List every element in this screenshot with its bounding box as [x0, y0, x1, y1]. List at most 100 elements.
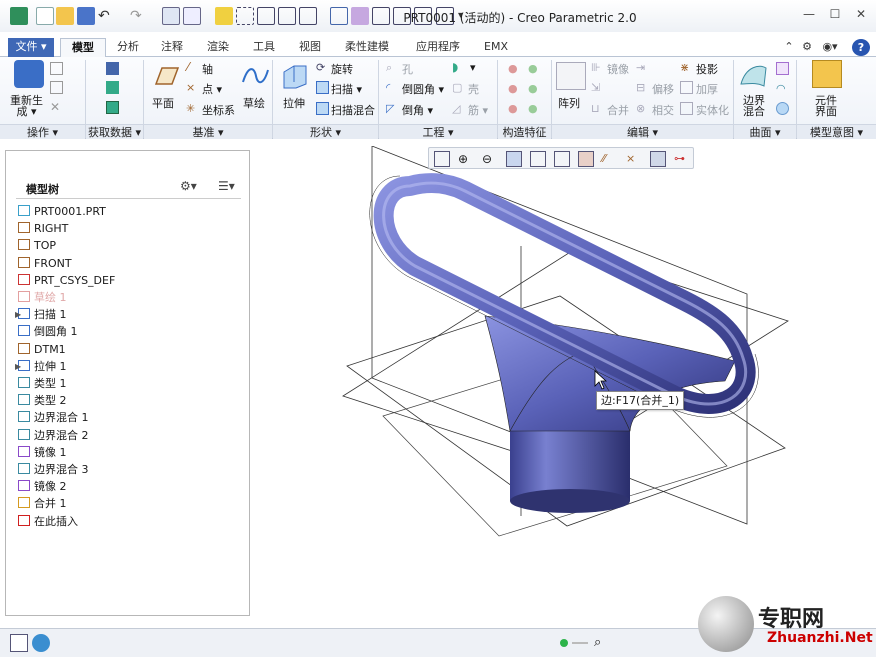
construct-feature-icon[interactable]: ●	[508, 62, 521, 75]
construct-feature-icon[interactable]: ●	[508, 102, 521, 115]
group-label-shapes[interactable]: 形状 ▾	[273, 124, 378, 139]
model-tree-item[interactable]: 草绘 1	[18, 289, 67, 306]
model-tree-item[interactable]: 倒圆角 1	[18, 323, 78, 340]
chamfer-button[interactable]: 倒角 ▾	[402, 102, 433, 118]
group-label-operations[interactable]: 操作 ▾	[0, 124, 85, 139]
axis-icon[interactable]: ⁄	[187, 61, 200, 74]
find-icon[interactable]: ⌕	[594, 634, 612, 652]
extrude-icon[interactable]	[280, 62, 310, 90]
project-icon[interactable]: ⋇	[680, 61, 693, 74]
plane-button[interactable]: 平面	[152, 95, 174, 111]
construct-feature-icon[interactable]: ●	[508, 82, 521, 95]
graphics-window[interactable]	[255, 145, 872, 624]
regenerate-quick-icon[interactable]	[162, 7, 180, 25]
tab-flexible-modeling[interactable]: 柔性建模	[336, 38, 398, 57]
tree-show-icon[interactable]: ☰▾	[218, 179, 235, 193]
group-label-engineering[interactable]: 工程 ▾	[379, 124, 497, 139]
merge-button[interactable]: 合并	[607, 102, 629, 118]
mirror-button[interactable]: 镜像	[607, 61, 629, 77]
swept-blend-icon[interactable]	[316, 102, 329, 115]
merge-icon[interactable]: ⊔	[591, 102, 604, 115]
solidify-button[interactable]: 实体化	[696, 102, 729, 118]
pattern-icon[interactable]	[556, 62, 586, 90]
construct-feature-icon[interactable]: ●	[528, 62, 541, 75]
copy-icon[interactable]	[50, 62, 63, 75]
model-tree-item[interactable]: RIGHT	[18, 220, 68, 237]
redo-icon[interactable]: ↷	[130, 7, 148, 25]
extrude-button[interactable]: 拉伸	[283, 95, 305, 111]
undo-icon[interactable]: ↶	[98, 7, 116, 25]
intersect-button[interactable]: 相交	[652, 102, 674, 118]
display-style-icon[interactable]	[530, 151, 546, 167]
select-box-icon[interactable]	[236, 7, 254, 25]
model-tree-item[interactable]: ▶ 扫描 1	[15, 306, 67, 323]
close-button[interactable]: ✕	[848, 5, 874, 23]
thicken-button[interactable]: 加厚	[696, 81, 718, 97]
tree-settings-icon[interactable]: ⚙▾	[180, 179, 197, 193]
model-tree-item[interactable]: 合并 1	[18, 495, 67, 512]
round-button[interactable]: 倒圆角 ▾	[402, 81, 444, 97]
point-icon[interactable]: ×	[186, 81, 199, 94]
copy-geometry-icon[interactable]	[106, 81, 119, 94]
regenerate-button[interactable]: 重新生 成 ▾	[10, 95, 43, 117]
pattern-button[interactable]: 阵列	[558, 95, 580, 111]
model-tree-item[interactable]: TOP	[18, 237, 56, 254]
axis-button[interactable]: 轴	[202, 61, 213, 77]
thicken-icon[interactable]	[680, 81, 693, 94]
model-tree-item[interactable]: 边界混合 1	[18, 409, 89, 426]
sketch-button[interactable]: 草绘	[243, 95, 265, 111]
plane-display-icon[interactable]: ⁄⁄	[602, 151, 618, 167]
component-interface-button[interactable]: 元件 界面	[815, 95, 837, 117]
axis-quick-icon[interactable]	[278, 7, 296, 25]
help-icon[interactable]: ?	[852, 39, 870, 56]
tab-applications[interactable]: 应用程序	[402, 38, 474, 57]
sketch-icon[interactable]	[240, 62, 270, 90]
model-tree-item[interactable]: PRT_CSYS_DEF	[18, 272, 115, 289]
datum-display-icon[interactable]	[215, 7, 233, 25]
style-icon[interactable]: ◠	[776, 82, 789, 95]
tab-emx[interactable]: EMX	[478, 38, 514, 57]
csys-button[interactable]: 坐标系	[202, 102, 235, 118]
tab-render[interactable]: 渲染	[198, 38, 238, 57]
repaint-icon[interactable]	[506, 151, 522, 167]
point-display-icon[interactable]	[650, 151, 666, 167]
construct-feature-icon[interactable]: ●	[528, 82, 541, 95]
expand-icon[interactable]: ▶	[15, 358, 21, 375]
model-tree-item[interactable]: 类型 1	[18, 375, 67, 392]
chamfer-icon[interactable]: ◸	[386, 102, 399, 115]
model-tree-item[interactable]: 类型 2	[18, 392, 67, 409]
zoom-in-icon[interactable]: ⊕	[458, 151, 474, 167]
revolve-icon[interactable]: ⟳	[316, 61, 329, 74]
plane-icon[interactable]	[150, 62, 180, 90]
freestyle-icon[interactable]	[776, 102, 789, 115]
extend-icon[interactable]: ⇲	[591, 81, 604, 94]
mirror-icon[interactable]: ⊪	[591, 61, 604, 74]
saved-views-icon[interactable]	[554, 151, 570, 167]
point-quick-icon[interactable]	[299, 7, 317, 25]
draft-icon[interactable]: ◗	[452, 61, 465, 74]
draft-dropdown[interactable]: ▾	[470, 61, 476, 74]
expand-icon[interactable]: ▶	[15, 306, 21, 323]
tab-analysis[interactable]: 分析	[108, 38, 148, 57]
search-help-icon[interactable]: ◉▾	[820, 38, 840, 57]
group-label-get-data[interactable]: 获取数据 ▾	[86, 124, 143, 139]
rib-icon[interactable]: ◿	[452, 102, 465, 115]
model-view[interactable]	[255, 145, 872, 624]
app-icon[interactable]	[10, 7, 28, 25]
revolve-button[interactable]: 旋转	[331, 61, 353, 77]
group-label-editing[interactable]: 编辑 ▾	[552, 124, 733, 139]
tab-annotate[interactable]: 注释	[152, 38, 192, 57]
fill-icon[interactable]	[776, 62, 789, 75]
open-folder-icon[interactable]	[56, 7, 74, 25]
shrinkwrap-icon[interactable]	[106, 101, 119, 114]
axis-display-icon[interactable]: ×	[626, 151, 642, 167]
regenerate-icon[interactable]	[14, 60, 44, 88]
refit-icon[interactable]	[434, 151, 450, 167]
model-tree-item[interactable]: FRONT	[18, 255, 72, 272]
group-label-model-intent[interactable]: 模型意图 ▾	[797, 124, 876, 139]
maximize-button[interactable]: ☐	[822, 5, 848, 23]
construct-feature-icon[interactable]: ●	[528, 102, 541, 115]
model-tree-item[interactable]: 边界混合 2	[18, 427, 89, 444]
hole-icon[interactable]: ⌕	[386, 61, 399, 74]
solidify-icon[interactable]	[680, 102, 693, 115]
